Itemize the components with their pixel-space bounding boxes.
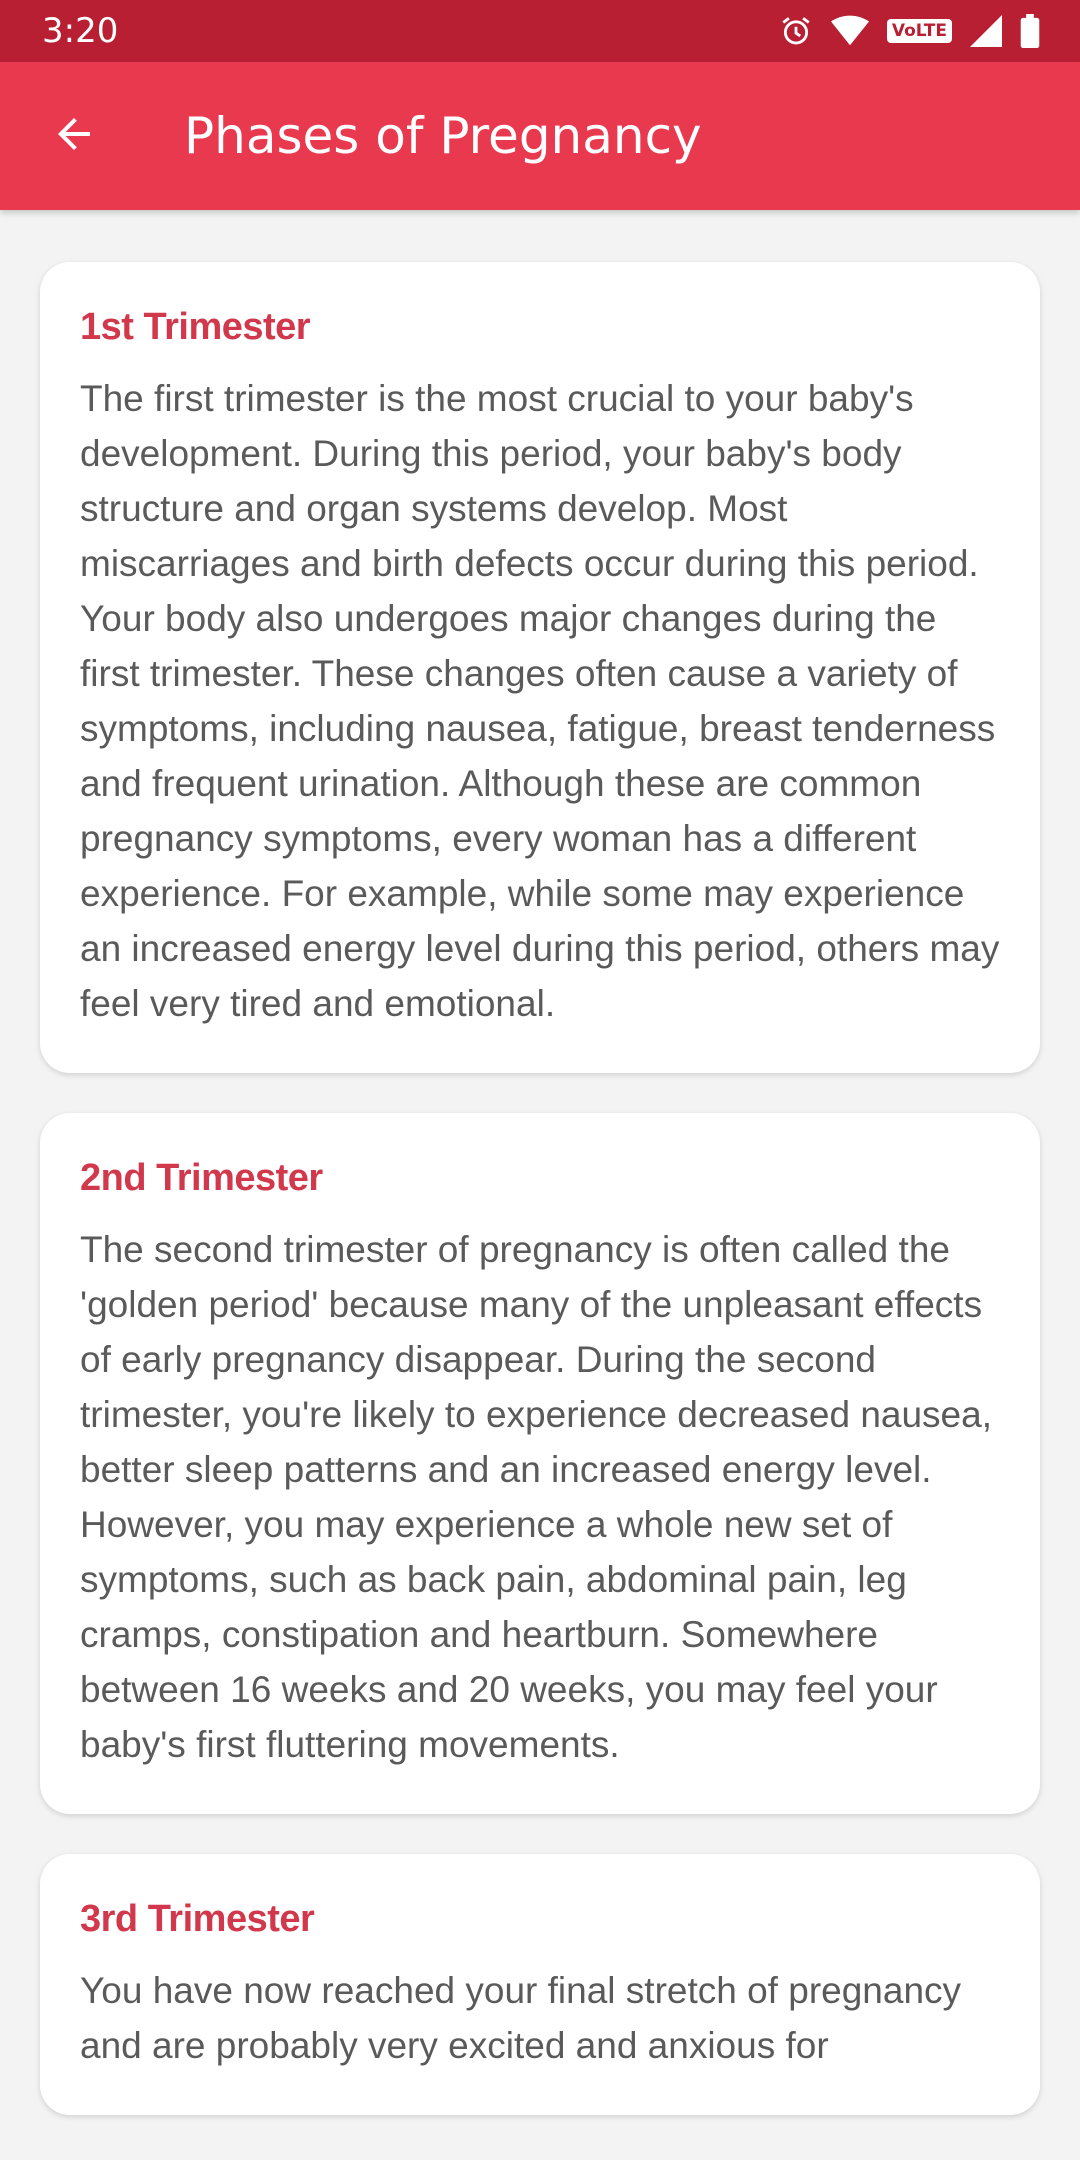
trimester-card-3: 3rd Trimester You have now reached your … [40, 1854, 1040, 2115]
trimester-description: The first trimester is the most crucial … [80, 378, 1000, 1024]
trimester-description: The second trimester of pregnancy is oft… [80, 1229, 992, 1765]
app-bar: Phases of Pregnancy [0, 62, 1080, 210]
alarm-icon [779, 14, 813, 48]
status-icons: VoLTE [779, 14, 1040, 48]
phases-list[interactable]: 1st Trimester The first trimester is the… [0, 210, 1080, 2160]
trimester-title: 2nd Trimester [80, 1157, 323, 1199]
signal-icon [970, 15, 1002, 47]
page-title: Phases of Pregnancy [184, 107, 702, 165]
wifi-icon [830, 14, 869, 48]
arrow-left-icon [50, 110, 98, 163]
back-button[interactable] [36, 98, 112, 174]
trimester-description: You have now reached your final stretch … [80, 1970, 962, 2066]
status-bar: 3:20 VoLTE [0, 0, 1080, 62]
trimester-card-2: 2nd Trimester The second trimester of pr… [40, 1113, 1040, 1814]
battery-icon [1020, 14, 1040, 48]
trimester-title: 1st Trimester [80, 306, 311, 348]
status-time: 3:20 [42, 11, 119, 51]
volte-badge: VoLTE [886, 19, 952, 43]
trimester-card-1: 1st Trimester The first trimester is the… [40, 262, 1040, 1073]
trimester-title: 3rd Trimester [80, 1898, 315, 1940]
